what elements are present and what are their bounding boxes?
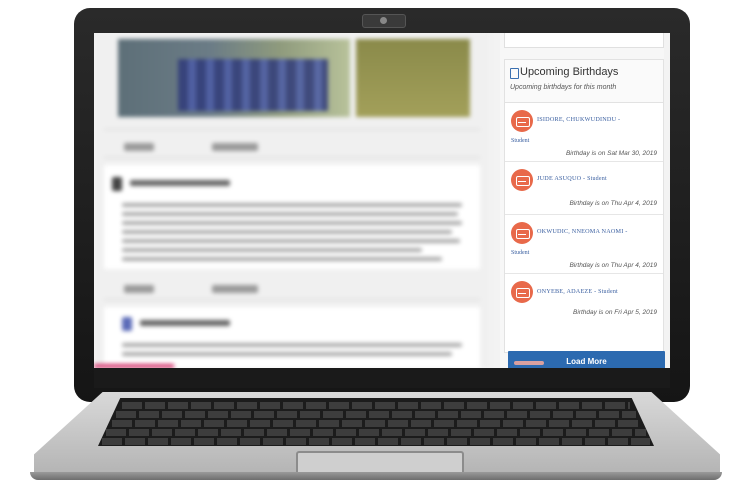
card-subtitle: Upcoming birthdays for this month	[510, 84, 617, 91]
load-more-button[interactable]: Load More	[508, 351, 665, 368]
news-feed	[94, 33, 490, 368]
birthday-role: Student	[587, 176, 607, 182]
birthday-date: Birthday is on Fri Apr 5, 2019	[573, 309, 657, 316]
birthday-role: Student	[511, 138, 530, 144]
post-author	[130, 180, 230, 186]
birthday-date: Birthday is on Thu Apr 4, 2019	[569, 200, 657, 207]
birthday-name[interactable]: ISIDORE, CHUKWUDINDU	[537, 116, 616, 123]
card-header: Upcoming Birthdays Upcoming birthdays fo…	[505, 60, 663, 103]
like-action-2[interactable]	[124, 285, 154, 293]
birthday-item[interactable]: ISIDORE, CHUKWUDINDU - Student Birthday …	[505, 103, 663, 162]
upcoming-birthdays-card: Upcoming Birthdays Upcoming birthdays fo…	[504, 59, 665, 368]
birthday-item[interactable]: JUDE ASUQUO - Student Birthday is on Thu…	[505, 162, 663, 215]
post-avatar-2	[122, 317, 132, 331]
webcam	[362, 14, 406, 28]
like-action[interactable]	[124, 143, 154, 151]
post-avatar	[112, 177, 122, 191]
screen: Upcoming Birthdays Upcoming birthdays fo…	[94, 33, 670, 368]
birthday-name[interactable]: JUDE ASUQUO	[537, 175, 581, 182]
birthday-role: Student	[598, 289, 618, 295]
birthday-date: Birthday is on Thu Apr 4, 2019	[569, 262, 657, 269]
sidebar-widget	[504, 33, 664, 48]
sidebar-next-button[interactable]	[650, 359, 662, 368]
birthday-date: Birthday is on Sat Mar 30, 2019	[565, 150, 657, 157]
birthday-item[interactable]: OKWUDIC, NNEOMA NAOMI - Student Birthday…	[505, 215, 663, 274]
birthday-role: Student	[511, 250, 530, 256]
calendar-icon	[510, 68, 519, 79]
card-title: Upcoming Birthdays	[520, 66, 619, 78]
comment-action[interactable]	[212, 143, 258, 151]
screen-bezel-bottom	[94, 368, 670, 388]
sidebar-next-widget	[514, 361, 544, 365]
feed-post-2	[104, 307, 480, 368]
comment-action-2[interactable]	[212, 285, 258, 293]
birthday-cake-icon	[511, 222, 533, 244]
keyboard	[98, 398, 654, 446]
birthday-cake-icon	[511, 281, 533, 303]
birthday-cake-icon	[511, 169, 533, 191]
birthday-item[interactable]: ONYEBE, ADAEZE - Student Birthday is on …	[505, 274, 663, 322]
right-sidebar: Upcoming Birthdays Upcoming birthdays fo…	[500, 33, 665, 368]
post-author-2	[140, 320, 230, 326]
birthday-cake-icon	[511, 110, 533, 132]
birthday-name[interactable]: OKWUDIC, NNEOMA NAOMI	[537, 228, 624, 235]
birthday-name[interactable]: ONYEBE, ADAEZE	[537, 288, 592, 295]
feed-post	[104, 165, 480, 269]
laptop-base-edge	[30, 472, 722, 480]
feed-photo	[118, 39, 350, 117]
feed-photo-secondary	[356, 39, 470, 117]
